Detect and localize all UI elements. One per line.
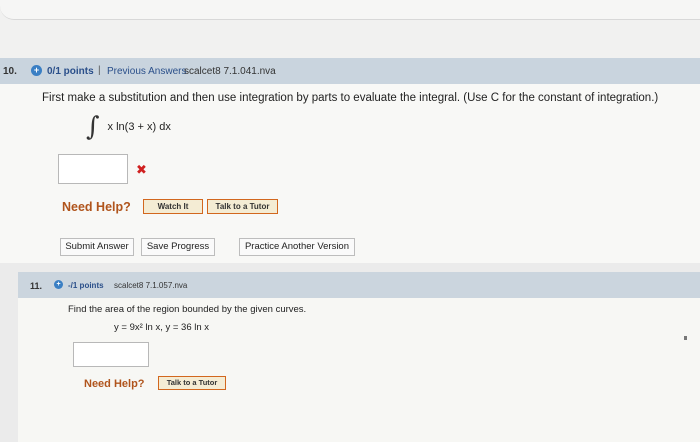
integral-expression: ∫ x ln(3 + x) dx xyxy=(86,114,171,140)
integrand: x ln(3 + x) dx xyxy=(107,121,171,133)
curve-equations: y = 9x² ln x, y = 36 ln x xyxy=(114,322,210,333)
points-label: -/1 points xyxy=(68,281,104,290)
talk-to-tutor-button[interactable]: Talk to a Tutor xyxy=(158,376,226,390)
save-progress-button[interactable]: Save Progress xyxy=(141,238,215,256)
question-10: 10. + 0/1 points | Previous Answers scal… xyxy=(0,58,700,263)
question-prompt: First make a substitution and then use i… xyxy=(42,92,659,104)
answer-input[interactable] xyxy=(73,342,149,367)
incorrect-x-icon: ✖ xyxy=(136,162,147,177)
plus-circle-icon[interactable]: + xyxy=(31,65,42,76)
question-header: 10. + 0/1 points | Previous Answers scal… xyxy=(0,58,700,84)
integral-sign: ∫ xyxy=(86,112,100,142)
talk-to-tutor-button[interactable]: Talk to a Tutor xyxy=(207,199,278,214)
plus-circle-icon[interactable]: + xyxy=(54,280,63,289)
need-help-label: Need Help? xyxy=(62,200,131,214)
header-separator: | xyxy=(98,65,101,76)
question-number: 10. xyxy=(3,66,17,77)
watch-it-button[interactable]: Watch It xyxy=(143,199,203,214)
mouse-cursor xyxy=(684,336,687,340)
question-header: 11. + -/1 points scalcet8 7.1.057.nva xyxy=(18,272,700,298)
practice-another-version-button[interactable]: Practice Another Version xyxy=(239,238,355,256)
question-11: 11. + -/1 points scalcet8 7.1.057.nva Fi… xyxy=(18,272,700,442)
problem-code: scalcet8 7.1.041.nva xyxy=(184,66,276,77)
need-help-label: Need Help? xyxy=(84,378,145,390)
points-label: 0/1 points xyxy=(47,66,94,77)
previous-question-card xyxy=(0,0,700,20)
question-prompt: Find the area of the region bounded by t… xyxy=(68,304,307,315)
question-number: 11. xyxy=(30,281,43,291)
problem-code: scalcet8 7.1.057.nva xyxy=(114,281,188,290)
submit-answer-button[interactable]: Submit Answer xyxy=(60,238,134,256)
answer-input[interactable] xyxy=(58,154,128,184)
previous-answers-link[interactable]: Previous Answers xyxy=(107,66,186,77)
